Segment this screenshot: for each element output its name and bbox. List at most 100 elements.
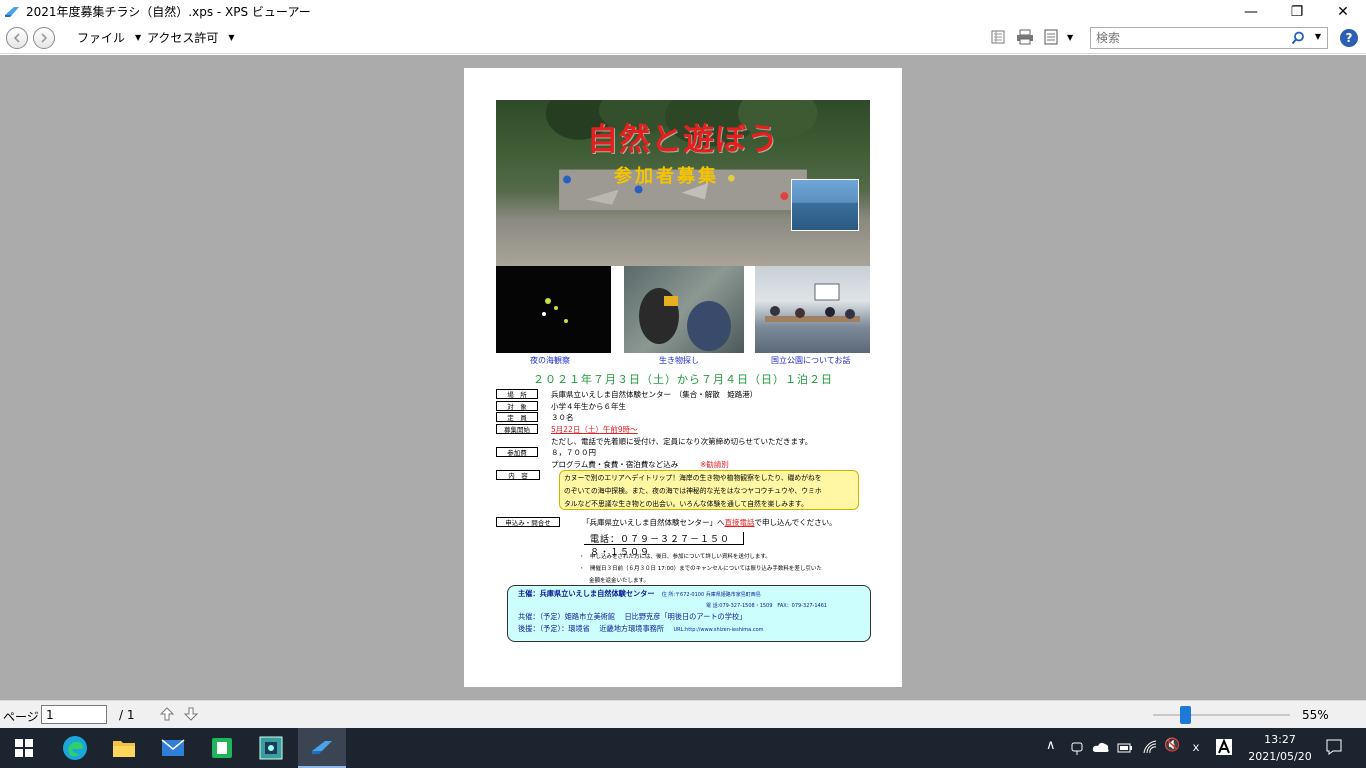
page-view-icon[interactable] — [1044, 29, 1058, 45]
note-item: ・ 申し込みをされた方には、後日、参加について詳しい資料を送付します。 — [579, 554, 771, 560]
start-button[interactable] — [8, 732, 40, 764]
close-icon: ✕ — [1337, 3, 1349, 20]
zoom-slider-thumb[interactable] — [1180, 706, 1191, 724]
window-title: 2021年度募集チラシ（自然）.xps - XPS ビューアー — [26, 5, 311, 19]
row-label-capacity: 定 員 — [496, 412, 538, 422]
row-value-target: 小学４年生から６年生 — [551, 402, 626, 411]
document-viewer[interactable]: 自然と遊ぼう 参加者募集 夜の海観察 生き物探し 国立公園についてお話 ２０２１… — [0, 55, 1366, 700]
forward-icon — [41, 33, 48, 43]
search-input[interactable] — [1091, 31, 1281, 45]
volume-muted-icon[interactable]: 🔇 — [1164, 738, 1180, 753]
xps-viewer-taskbar-button[interactable] — [298, 728, 346, 768]
sponsor-box: 主催：兵庫県立いえしま自然体験センター 住 所:〒672-0100 兵庫県姫路市… — [507, 585, 871, 642]
fee-label: 参加費 — [496, 447, 538, 457]
apply-text-part: 「兵庫県立いえしま自然体験センター」へ — [582, 518, 725, 527]
chevron-down-icon: ▼ — [135, 33, 142, 42]
onedrive-cloud-icon[interactable] — [1092, 741, 1110, 753]
previous-page-button[interactable] — [158, 705, 176, 723]
show-hidden-icons-chevron-icon[interactable]: ∧ — [1046, 738, 1056, 753]
row-label-target: 対 象 — [496, 401, 538, 411]
notes: ・ 申し込みをされた方には、後日、参加について詳しい資料を送付します。 ・ 開催… — [579, 551, 879, 587]
content-line: タルなど不思議な生き物との出会い。いろんな体験を通して自然を楽しみます。 — [564, 500, 808, 508]
view-options-caret-icon[interactable]: ▼ — [1067, 33, 1073, 42]
access-menu-label: アクセス許可 — [147, 31, 219, 45]
folder-icon — [113, 741, 135, 757]
hero-photo: 自然と遊ぼう 参加者募集 — [496, 100, 870, 266]
clock[interactable]: 13:27 2021/05/20 — [1240, 731, 1320, 765]
restore-icon: ❐ — [1290, 3, 1304, 20]
content-label: 内 容 — [496, 470, 540, 480]
explorer-taskbar-button[interactable] — [108, 732, 140, 764]
file-menu-label: ファイル — [77, 31, 126, 45]
sponsor-main: 主催：兵庫県立いえしま自然体験センター — [518, 589, 655, 598]
row-label-place: 場 所 — [496, 389, 538, 399]
first-come-note: ただし、電話で先着順に受付け、定員になり次第締め切らせていただきます。 — [551, 437, 813, 446]
event-date: ２０２１年７月３日（土）から７月４日（日）１泊２日 — [533, 373, 833, 386]
sea-inset-photo — [791, 179, 859, 231]
search-options-caret-icon[interactable]: ▼ — [1315, 32, 1321, 41]
sponsor-address: 住 所:〒672-0100 兵庫県姫路市家島町西島 — [661, 592, 761, 598]
cosponsor: 共催：（予定）姫路市立美術館 日比野克彦「明後日のアートの学校」 — [518, 612, 747, 621]
sponsor-url: URL:http://www.shizen-ieshima.com — [673, 627, 764, 633]
apply-text: 「兵庫県立いえしま自然体験センター」へ直接電話で申し込んでください。 — [582, 517, 837, 528]
search-icon[interactable] — [1291, 31, 1305, 45]
support: 後援：（予定）：環境省 近畿地方環境事務所 — [518, 624, 665, 633]
zoom-slider[interactable] — [1153, 714, 1290, 716]
note-text: 開催日３日前（６月３０日 17:00）までのキャンセルについては振り込み手数料を… — [590, 566, 822, 572]
phone-number: 電話：０７９－３２７－１５０８・１５０９ — [584, 532, 744, 558]
content-box: カヌーで別のエリアへデイトリップ！海岸の生き物や植物観察をしたり、磯めがねを の… — [559, 470, 859, 510]
fee-note: ※勧請別 — [700, 460, 729, 469]
meet-now-icon[interactable] — [1070, 740, 1084, 756]
close-button[interactable]: ✕ — [1320, 0, 1366, 23]
fee-detail: プログラム費・食費・宿泊費など込み — [551, 460, 679, 469]
creature-search-photo — [624, 266, 744, 353]
minimize-button[interactable]: — — [1228, 0, 1274, 23]
lecture-photo — [755, 266, 870, 353]
mail-taskbar-button[interactable] — [157, 732, 189, 764]
windows-start-icon — [15, 739, 33, 757]
content-line: カヌーで別のエリアへデイトリップ！海岸の生き物や植物観察をしたり、磯めがねを — [564, 474, 822, 482]
back-icon — [13, 33, 20, 43]
apply-label: 申込み・問合せ — [496, 517, 560, 527]
document-outline-icon[interactable] — [990, 29, 1006, 45]
minimize-icon: — — [1244, 3, 1258, 20]
apply-text-part: で申し込んでください。 — [754, 518, 837, 527]
remote-app-taskbar-button[interactable] — [255, 732, 287, 764]
edge-taskbar-button[interactable] — [59, 732, 91, 764]
wifi-icon[interactable] — [1142, 739, 1158, 755]
chevron-down-icon: ▼ — [228, 33, 235, 42]
notification-icon[interactable] — [1325, 738, 1343, 756]
page-total: / 1 — [119, 708, 135, 722]
row-value-place: 兵庫県立いえしま自然体験センター （集合・解散 姫路港） — [551, 390, 758, 399]
print-icon[interactable] — [1015, 29, 1035, 45]
flyer-subtitle: 参加者募集 — [614, 166, 719, 187]
zoom-level: 55% — [1302, 708, 1329, 722]
note-text: 金額を返金いたします。 — [589, 578, 649, 584]
search-box: ▼ — [1090, 27, 1328, 49]
night-sea-photo — [496, 266, 611, 353]
taskbar: ∧ 🔇 ｘ 13:27 2021/05/20 — [0, 728, 1366, 768]
fee-value: ８，７００円 — [551, 448, 596, 457]
ime-a-icon[interactable] — [1216, 739, 1232, 755]
note-item: ・ 開催日３日前（６月３０日 17:00）までのキャンセルについては振り込み手数… — [579, 566, 822, 572]
forward-button[interactable] — [33, 27, 55, 49]
flyer-title: 自然と遊ぼう — [587, 122, 779, 158]
apply-text-emphasis: 直接電話 — [724, 518, 755, 527]
page-number-input[interactable] — [41, 705, 107, 724]
next-page-button[interactable] — [182, 705, 200, 723]
help-icon[interactable]: ? — [1340, 29, 1358, 47]
access-menu[interactable]: アクセス許可 ▼ — [147, 29, 235, 46]
ime-mode-icon[interactable]: ｘ — [1190, 738, 1202, 755]
notes-taskbar-button[interactable] — [206, 732, 238, 764]
document-page: 自然と遊ぼう 参加者募集 夜の海観察 生き物探し 国立公園についてお話 ２０２１… — [464, 68, 902, 687]
support-line: 後援：（予定）：環境省 近畿地方環境事務所 URL:http://www.shi… — [518, 623, 860, 636]
file-menu[interactable]: ファイル ▼ — [77, 29, 141, 46]
help-glyph: ? — [1345, 31, 1353, 45]
maximize-button[interactable]: ❐ — [1274, 0, 1320, 23]
arrow-down-icon — [183, 707, 199, 721]
back-button[interactable] — [6, 27, 28, 49]
battery-icon[interactable] — [1117, 740, 1133, 754]
clock-time: 13:27 — [1264, 733, 1296, 746]
title-bar: 2021年度募集チラシ（自然）.xps - XPS ビューアー — ❐ ✕ — [0, 0, 1366, 23]
sponsor-phone: 電 話:079-327-1508・1509 FAX：079-327-1461 — [706, 603, 828, 609]
